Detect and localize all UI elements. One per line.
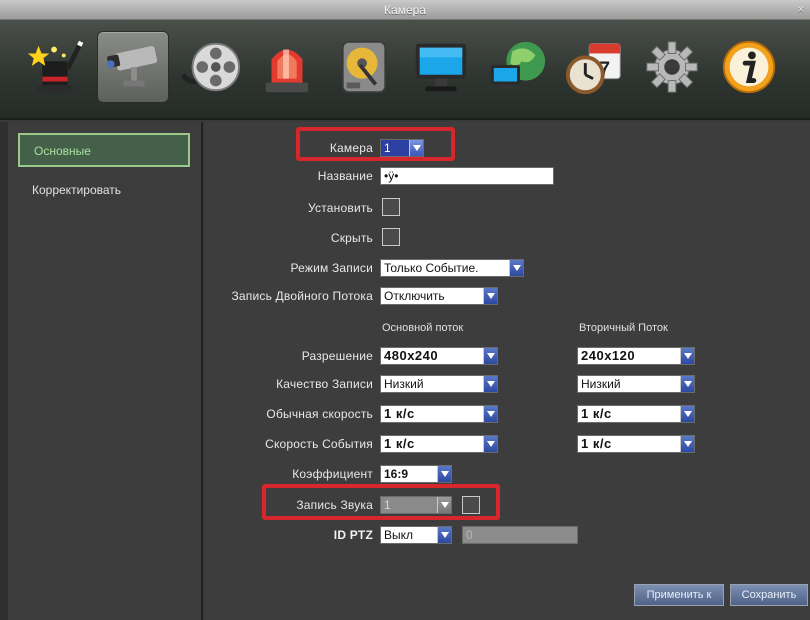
quality-secondary-value: Низкий (581, 377, 621, 391)
normal-rate-secondary-select[interactable]: 1 к/с (577, 405, 695, 423)
window-title: Камера (384, 3, 426, 17)
network-globe-icon (490, 41, 546, 91)
magic-hat-icon (27, 40, 84, 93)
dual-stream-select[interactable]: Отключить (380, 287, 498, 305)
audio-checkbox[interactable] (462, 496, 480, 514)
resolution-main-select[interactable]: 480x240 (380, 347, 498, 365)
event-rate-label: Скорость События (265, 437, 373, 451)
quality-secondary-select[interactable]: Низкий (577, 375, 695, 393)
gear-icon (646, 41, 698, 93)
ptz-address-input[interactable]: 0 (462, 526, 578, 544)
chevron-down-icon (437, 497, 451, 513)
info-icon (722, 40, 776, 94)
install-checkbox[interactable] (382, 198, 400, 216)
camera-value: 1 (384, 141, 391, 155)
toolbar-alarm-button[interactable] (251, 31, 323, 103)
chevron-down-icon (680, 406, 694, 422)
toolbar-camera-button[interactable] (97, 31, 169, 103)
hard-disk-icon (341, 40, 387, 94)
secondary-stream-header: Вторичный Поток (579, 322, 668, 334)
aspect-select[interactable]: 16:9 (380, 465, 452, 483)
camera-settings-form: Камера 1 Название •ÿ• Установить Скрыть … (205, 122, 810, 620)
normal-rate-main-value: 1 к/с (384, 406, 415, 421)
toolbar-display-button[interactable] (405, 31, 477, 103)
save-button[interactable]: Сохранить (730, 584, 808, 606)
resolution-main-value: 480x240 (384, 348, 439, 363)
camera-label: Камера (329, 141, 373, 155)
ptz-value: Выкл (384, 528, 414, 542)
record-mode-select[interactable]: Только Событие. (380, 259, 524, 277)
name-input[interactable]: •ÿ• (380, 167, 554, 185)
chevron-down-icon (680, 436, 694, 452)
audio-value: 1 (384, 498, 391, 512)
event-rate-main-value: 1 к/с (384, 436, 415, 451)
quality-label: Качество Записи (276, 377, 373, 391)
sidebar-item-general[interactable]: Основные (18, 133, 190, 167)
resolution-label: Разрешение (301, 349, 373, 363)
record-mode-value: Только Событие. (384, 261, 479, 275)
main-stream-header: Основной поток (382, 322, 464, 334)
chevron-down-icon (483, 288, 497, 304)
ptz-label: ID PTZ (333, 528, 373, 542)
event-rate-secondary-value: 1 к/с (581, 436, 612, 451)
camera-icon (106, 46, 158, 87)
chevron-down-icon (409, 140, 423, 156)
main-toolbar: 7 (0, 20, 810, 120)
resolution-secondary-value: 240x120 (581, 348, 636, 363)
audio-label: Запись Звука (296, 498, 373, 512)
ptz-select[interactable]: Выкл (380, 526, 452, 544)
toolbar-storage-button[interactable] (328, 31, 400, 103)
window-titlebar: Камера × (0, 0, 810, 20)
hide-label: Скрыть (330, 231, 373, 245)
install-label: Установить (308, 201, 373, 215)
chevron-down-icon (483, 436, 497, 452)
toolbar-network-button[interactable] (482, 31, 554, 103)
toolbar-wizard-button[interactable] (20, 31, 92, 103)
monitor-icon (415, 43, 467, 92)
chevron-down-icon (509, 260, 523, 276)
sidebar: Основные Корректировать (0, 122, 203, 620)
normal-rate-main-select[interactable]: 1 к/с (380, 405, 498, 423)
sidebar-item-adjust[interactable]: Корректировать (18, 174, 190, 208)
record-mode-label: Режим Записи (290, 261, 373, 275)
camera-select[interactable]: 1 (380, 139, 424, 157)
apply-to-button[interactable]: Применить к (634, 584, 724, 606)
normal-rate-secondary-value: 1 к/с (581, 406, 612, 421)
aspect-value: 16:9 (384, 467, 409, 481)
hide-checkbox[interactable] (382, 228, 400, 246)
chevron-down-icon (483, 406, 497, 422)
chevron-down-icon (680, 376, 694, 392)
chevron-down-icon (437, 527, 451, 543)
audio-select[interactable]: 1 (380, 496, 452, 514)
event-rate-secondary-select[interactable]: 1 к/с (577, 435, 695, 453)
chevron-down-icon (483, 376, 497, 392)
toolbar-schedule-button[interactable]: 7 (559, 31, 631, 103)
chevron-down-icon (483, 348, 497, 364)
alarm-siren-icon (265, 49, 309, 93)
toolbar-settings-button[interactable] (636, 31, 708, 103)
name-label: Название (317, 169, 373, 183)
quality-main-value: Низкий (384, 377, 424, 391)
dual-stream-value: Отключить (384, 289, 445, 303)
chevron-down-icon (437, 466, 451, 482)
aspect-label: Коэффициент (292, 467, 373, 481)
event-rate-main-select[interactable]: 1 к/с (380, 435, 498, 453)
close-icon[interactable]: × (798, 0, 804, 20)
film-reel-icon (180, 42, 241, 92)
clock-calendar-icon: 7 (565, 43, 621, 95)
normal-rate-label: Обычная скорость (266, 407, 373, 421)
quality-main-select[interactable]: Низкий (380, 375, 498, 393)
toolbar-record-button[interactable] (174, 31, 246, 103)
resolution-secondary-select[interactable]: 240x120 (577, 347, 695, 365)
dual-stream-label: Запись Двойного Потока (231, 289, 373, 303)
chevron-down-icon (680, 348, 694, 364)
toolbar-info-button[interactable] (713, 31, 785, 103)
